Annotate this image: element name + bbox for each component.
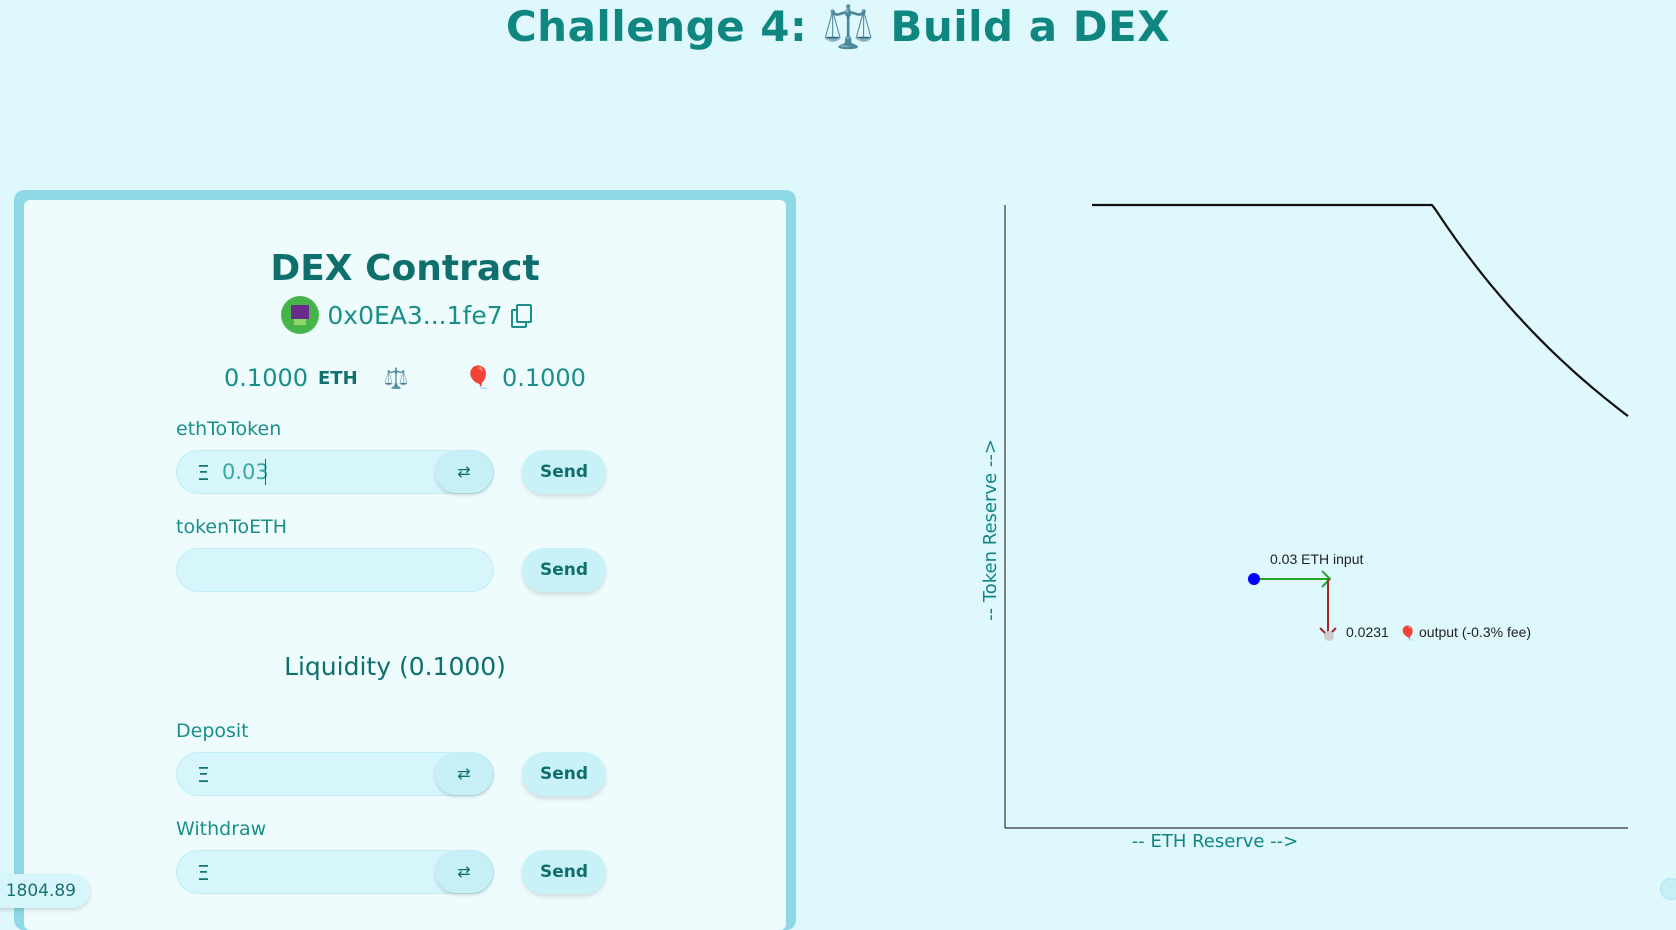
swap-units-button[interactable]: ⇄ [435,451,493,493]
page-title: Challenge 4: ⚖️ Build a DEX [505,2,1171,51]
address-row: 0x0EA3...1fe7 [24,296,786,334]
copy-icon[interactable] [510,304,532,328]
y-axis-label: -- Token Reserve --> [980,439,1001,621]
eth-to-token-input[interactable]: Ξ 0.03 ⇄ [176,450,494,494]
eth-prefix-icon: Ξ [197,861,210,885]
swap-units-button[interactable]: ⇄ [435,851,493,893]
x-axis-label: -- ETH Reserve --> [1132,831,1298,852]
swap-units-button[interactable]: ⇄ [435,753,493,795]
dex-card-body: DEX Contract 0x0EA3...1fe7 0.1000 ETH ⚖️… [24,200,786,930]
after-swap-point [1324,631,1334,641]
eth-price-badge[interactable]: 1804.89 [0,874,90,908]
withdraw-input[interactable]: Ξ ⇄ [176,850,494,894]
balloon-icon: 🎈 [464,365,492,391]
withdraw-send-button[interactable]: Send [522,850,606,894]
eth-unit: ETH [318,367,358,389]
eth-prefix-icon: Ξ [197,461,210,485]
eth-prefix-icon: Ξ [197,763,210,787]
reserve-curve [1092,203,1629,417]
text-caret [265,459,266,485]
scroll-indicator[interactable] [1660,878,1676,900]
token-balance: 0.1000 [501,364,586,392]
scale-icon: ⚖️ [383,366,409,390]
eth-input-annotation: 0.03 ETH input [1270,551,1363,567]
deposit-input[interactable]: Ξ ⇄ [176,752,494,796]
reserve-curve-chart: 0.03 ETH input 0.0231 🎈 output (-0.3% fe… [980,203,1629,852]
dex-contract-title: DEX Contract [270,248,540,289]
current-reserve-point [1248,573,1260,585]
token-output-value: 0.0231 [1346,624,1389,640]
avatar [281,296,320,334]
token-to-eth-send-button[interactable]: Send [522,548,606,592]
token-to-eth-label: tokenToETH [176,516,288,538]
eth-balance: 0.1000 [224,364,309,392]
balance-row: 0.1000 ETH ⚖️ 🎈 0.1000 [24,364,786,392]
withdraw-label: Withdraw [176,818,267,840]
eth-to-token-send-button[interactable]: Send [522,450,606,494]
balloon-icon: 🎈 [1399,624,1416,642]
dex-contract-card: DEX Contract 0x0EA3...1fe7 0.1000 ETH ⚖️… [14,190,796,930]
deposit-label: Deposit [176,720,249,742]
contract-address[interactable]: 0x0EA3...1fe7 [327,301,502,330]
token-to-eth-input[interactable] [176,548,494,592]
eth-to-token-label: ethToToken [176,418,282,440]
liquidity-title: Liquidity (0.1000) [284,652,506,681]
deposit-send-button[interactable]: Send [522,752,606,796]
eth-to-token-value[interactable]: 0.03 [222,460,269,484]
token-output-annotation: output (-0.3% fee) [1419,624,1531,640]
